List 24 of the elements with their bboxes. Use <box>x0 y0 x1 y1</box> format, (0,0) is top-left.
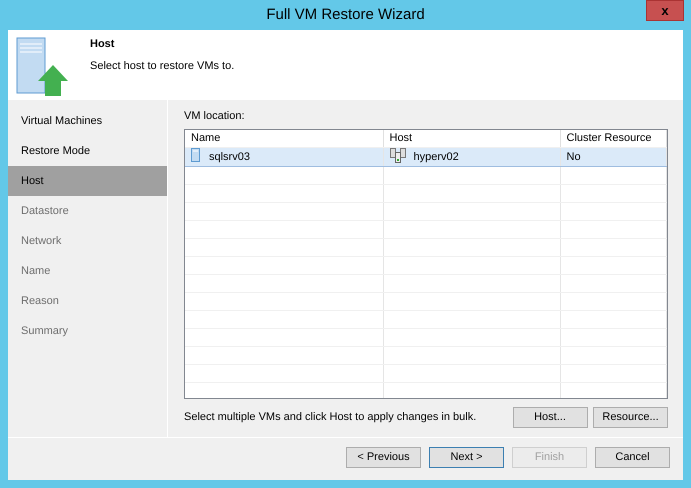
server-upload-icon <box>16 36 68 96</box>
close-button[interactable]: x <box>646 0 684 21</box>
page-subtitle: Select host to restore VMs to. <box>90 59 234 74</box>
bulk-button[interactable]: Resource... <box>593 406 668 428</box>
bulk-button[interactable]: Host... <box>512 406 588 428</box>
wizard-step[interactable]: Virtual Machines <box>8 106 167 136</box>
table-cell: hyperv02 <box>414 151 459 163</box>
bulk-hint: Select multiple VMs and click Host to apply changes in bulk. <box>184 410 478 425</box>
window-title: Full VM Restore Wizard <box>266 4 425 25</box>
table-cell: sqlsrv03 <box>209 151 250 163</box>
table-cell: No <box>566 150 581 162</box>
vm-icon <box>191 148 200 162</box>
grid-label: VM location: <box>184 109 246 124</box>
column-header[interactable]: Name <box>185 130 383 148</box>
wizard-button[interactable]: Next > <box>429 446 504 468</box>
servers-icon <box>390 148 406 163</box>
table-row[interactable]: sqlsrv03 hyperv02 No <box>185 148 666 166</box>
wizard-step[interactable]: Restore Mode <box>8 136 167 166</box>
wizard-step[interactable]: Host <box>8 166 167 196</box>
wizard-button[interactable]: Cancel <box>595 446 670 468</box>
wizard-button[interactable]: < Previous <box>346 446 421 468</box>
column-header[interactable]: Host <box>383 130 560 148</box>
page-title: Host <box>90 37 116 52</box>
column-header[interactable]: Cluster Resource <box>560 130 666 148</box>
